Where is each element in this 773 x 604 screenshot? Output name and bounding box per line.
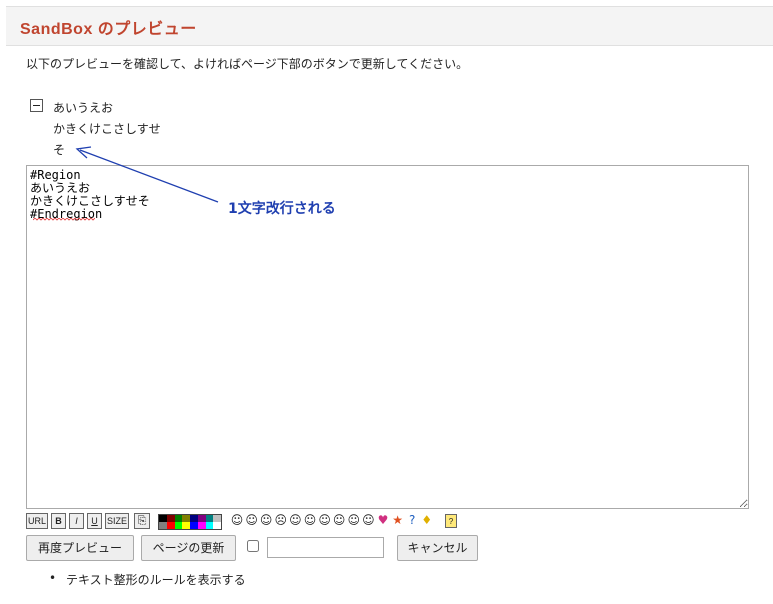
smiley-icon[interactable]: ? <box>405 513 419 527</box>
re-preview-button[interactable]: 再度プレビュー <box>26 535 134 561</box>
update-page-button[interactable]: ページの更新 <box>141 535 236 561</box>
password-field[interactable] <box>267 537 384 558</box>
smiley-icon[interactable]: ☺ <box>318 513 332 527</box>
color-swatch[interactable] <box>174 522 183 529</box>
smiley-icon[interactable]: ♦ <box>420 513 434 527</box>
attach-icon[interactable]: ⎘ <box>134 513 150 529</box>
italic-button[interactable]: I <box>69 513 84 529</box>
smiley-icon[interactable]: ☺ <box>332 513 346 527</box>
smiley-icon[interactable]: ☺ <box>347 513 361 527</box>
smiley-icon[interactable]: ☺ <box>303 513 317 527</box>
smiley-icon[interactable]: ☺ <box>245 513 259 527</box>
color-swatch[interactable] <box>213 522 221 529</box>
region-content: あいうえお かきくけこさしすせ そ <box>53 98 193 161</box>
bold-button[interactable]: B <box>51 513 66 529</box>
smiley-icon[interactable]: ☺ <box>230 513 244 527</box>
color-swatch[interactable] <box>205 515 214 522</box>
region-line: かきくけこさしすせ <box>53 122 161 136</box>
notimestamp-checkbox[interactable] <box>247 540 259 552</box>
color-swatch[interactable] <box>159 515 167 522</box>
color-swatch[interactable] <box>166 515 175 522</box>
color-swatch[interactable] <box>205 522 214 529</box>
color-palette[interactable] <box>158 514 222 530</box>
color-swatch[interactable] <box>182 515 190 522</box>
color-swatch[interactable] <box>197 522 206 529</box>
color-swatch[interactable] <box>159 522 167 529</box>
help-icon[interactable]: ? <box>445 514 457 528</box>
color-swatch[interactable] <box>190 522 198 529</box>
color-swatch[interactable] <box>197 515 206 522</box>
spellcheck-underline <box>33 218 95 221</box>
color-swatch[interactable] <box>174 515 183 522</box>
smiley-icon[interactable]: ★ <box>391 513 405 527</box>
region-line: あいうえお <box>53 101 114 115</box>
color-swatch[interactable] <box>166 522 175 529</box>
size-button[interactable]: SIZE <box>105 513 129 529</box>
page-content-editor[interactable] <box>26 165 749 509</box>
text-rules-link[interactable]: テキスト整形のルールを表示する <box>66 573 246 587</box>
list-item: テキスト整形のルールを表示する <box>49 571 246 588</box>
cancel-button[interactable]: キャンセル <box>397 535 478 561</box>
smiley-icon[interactable]: ♥ <box>376 513 390 527</box>
region-line: そ <box>53 143 66 157</box>
page-header: SandBox のプレビュー <box>6 6 773 46</box>
smiley-icon[interactable]: ☹ <box>274 513 288 527</box>
smiley-icon[interactable]: ☺ <box>361 513 375 527</box>
color-swatch[interactable] <box>190 515 198 522</box>
annotation-label: 1文字改行される <box>228 201 336 217</box>
color-swatch[interactable] <box>213 515 221 522</box>
page-title: SandBox のプレビュー <box>20 21 197 38</box>
region-collapse-toggle[interactable] <box>30 99 43 112</box>
smiley-icon[interactable]: ☺ <box>259 513 273 527</box>
url-button[interactable]: URL <box>26 513 48 529</box>
underline-button[interactable]: U <box>87 513 102 529</box>
preview-notice: 以下のプレビューを確認して、よければページ下部のボタンで更新してください。 <box>26 57 469 71</box>
color-swatch[interactable] <box>182 522 190 529</box>
smiley-icon[interactable]: ☺ <box>288 513 302 527</box>
